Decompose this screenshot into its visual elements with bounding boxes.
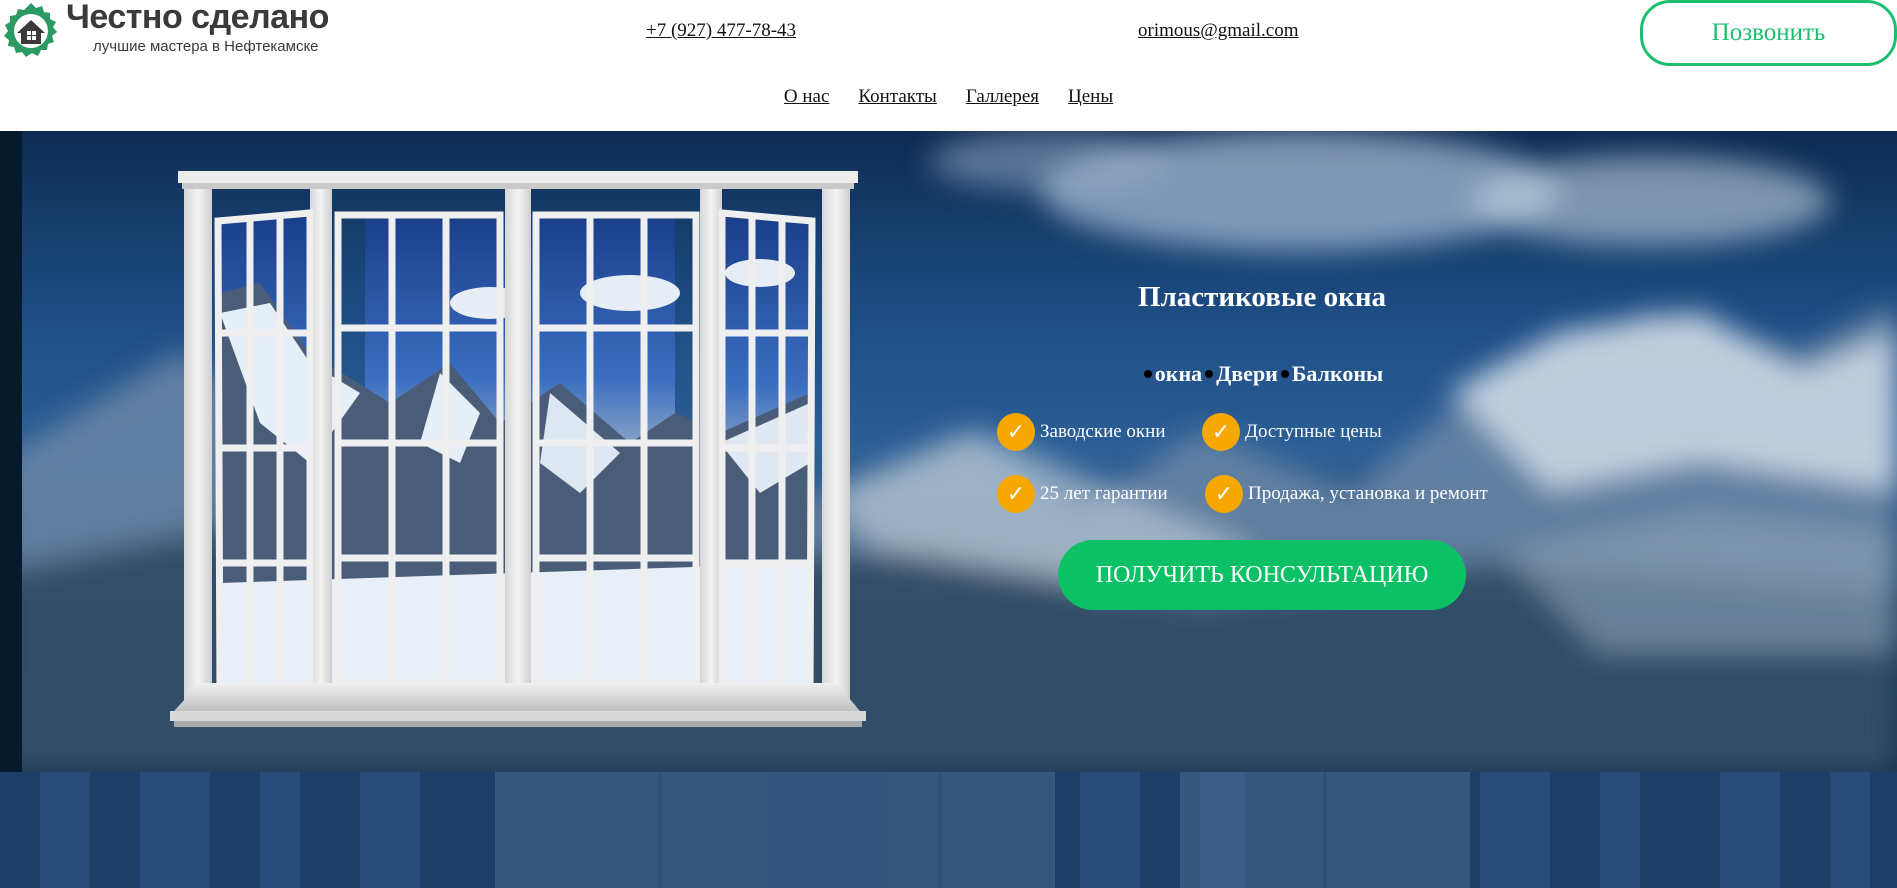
window-illustration [170,171,866,727]
curtains-background [0,772,1897,888]
call-button[interactable]: Позвонить [1640,0,1897,66]
nav-item-prices[interactable]: Цены [1068,86,1113,116]
site-header: Честно сделано лучшие мастера в Нефтекам… [0,0,1897,131]
hero-title: Пластиковые окна [1137,281,1387,313]
feature-item: ✓ Заводские окни [997,413,1166,451]
feature-label: Заводские окни [1040,421,1166,442]
feature-label: Продажа, установка и ремонт [1248,483,1488,504]
feature-label: Доступные цены [1245,421,1382,442]
check-icon: ✓ [997,413,1035,451]
tag-windows: окна [1154,361,1203,386]
hero-section: Пластиковые окна окна Двери Балконы ✓ За… [0,131,1897,772]
tag-doors: Двери [1216,361,1278,386]
bullet-icon [1205,370,1214,378]
bullet-icon [1143,370,1152,378]
hero-tags: окна Двери Балконы [1060,361,1464,387]
feature-item: ✓ Доступные цены [1202,413,1382,451]
check-icon: ✓ [997,475,1035,513]
feature-item: ✓ 25 лет гарантии [997,475,1168,513]
brand-subtitle: лучшие мастера в Нефтекамске [93,38,319,55]
logo[interactable]: Честно сделано лучшие мастера в Нефтекам… [0,0,329,62]
brand-title: Честно сделано [66,0,329,36]
bullet-icon [1280,370,1289,378]
check-icon: ✓ [1202,413,1240,451]
get-consultation-button[interactable]: ПОЛУЧИТЬ КОНСУЛЬТАЦИЮ [1058,540,1466,610]
nav-item-about[interactable]: О нас [784,86,830,116]
main-nav: О нас Контакты Галлерея Цены [0,86,1897,116]
house-gear-icon [4,3,57,57]
feature-item: ✓ Продажа, установка и ремонт [1205,475,1488,513]
nav-item-contacts[interactable]: Контакты [858,86,936,116]
tag-balconies: Балконы [1291,361,1384,386]
feature-label: 25 лет гарантии [1040,483,1168,504]
check-icon: ✓ [1205,475,1243,513]
feature-list: ✓ Заводские окни ✓ Доступные цены ✓ 25 л… [997,413,1557,543]
nav-item-gallery[interactable]: Галлерея [966,86,1039,116]
phone-link[interactable]: +7 (927) 477-78-43 [646,20,796,42]
email-link[interactable]: orimous@gmail.com [1138,20,1299,42]
next-section-preview [0,772,1897,888]
